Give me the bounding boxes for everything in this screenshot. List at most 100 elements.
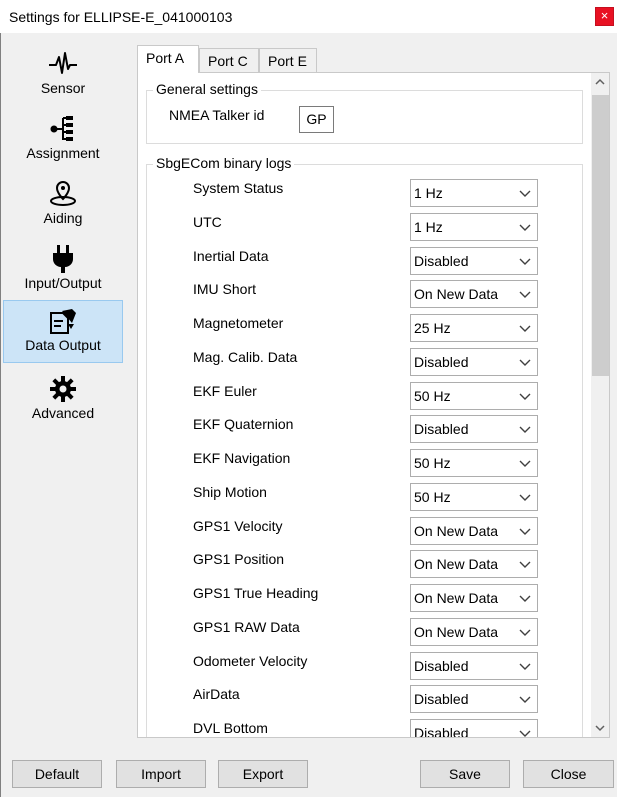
log-rate-value: On New Data: [414, 590, 499, 606]
sidebar-item-label: Assignment: [26, 145, 100, 161]
log-label: Odometer Velocity: [193, 653, 308, 669]
chevron-down-icon: [519, 561, 531, 568]
log-rate-select[interactable]: Disabled: [410, 719, 538, 738]
waveform-icon: [48, 47, 78, 80]
chevron-down-icon: [519, 190, 531, 197]
log-label: UTC: [193, 214, 222, 230]
log-rate-value: On New Data: [414, 556, 499, 572]
log-label: IMU Short: [193, 281, 257, 297]
scroll-up-icon[interactable]: [591, 73, 609, 90]
log-rate-select[interactable]: On New Data: [410, 550, 538, 578]
log-label: GPS1 Velocity: [193, 518, 283, 534]
chevron-down-icon: [519, 730, 531, 737]
chevron-down-icon: [519, 663, 531, 670]
log-rate-select[interactable]: Disabled: [410, 652, 538, 680]
sidebar-item-input-output[interactable]: Input/Output: [3, 239, 123, 302]
export-button[interactable]: Export: [218, 760, 308, 788]
log-label: EKF Euler: [193, 383, 257, 399]
close-window-button[interactable]: ×: [595, 7, 614, 26]
nmea-talker-input[interactable]: GP: [299, 106, 334, 133]
general-settings-title: General settings: [153, 81, 261, 97]
log-rate-value: Disabled: [414, 421, 469, 437]
chevron-down-icon: [519, 528, 531, 535]
sidebar-item-label: Data Output: [25, 337, 101, 353]
log-rate-select[interactable]: 1 Hz: [410, 179, 538, 207]
sidebar-item-sensor[interactable]: Sensor: [3, 44, 123, 107]
chevron-down-icon: [519, 325, 531, 332]
chevron-down-icon: [519, 393, 531, 400]
sidebar-item-data-output[interactable]: Data Output: [3, 300, 123, 363]
chevron-down-icon: [519, 291, 531, 298]
nmea-talker-label: NMEA Talker id: [169, 107, 265, 123]
chevron-down-icon: [519, 359, 531, 366]
log-rate-value: On New Data: [414, 624, 499, 640]
chevron-down-icon: [519, 629, 531, 636]
vertical-scrollbar[interactable]: [591, 73, 609, 737]
save-button[interactable]: Save: [420, 760, 510, 788]
chevron-down-icon: [519, 224, 531, 231]
tab-port-a[interactable]: Port A: [137, 45, 199, 73]
log-rate-select[interactable]: On New Data: [410, 584, 538, 612]
log-rate-select[interactable]: 50 Hz: [410, 449, 538, 477]
log-rate-value: 25 Hz: [414, 320, 451, 336]
tab-port-e[interactable]: Port E: [259, 48, 317, 73]
scrollbar-thumb[interactable]: [592, 95, 609, 376]
default-button[interactable]: Default: [12, 760, 102, 788]
import-button[interactable]: Import: [116, 760, 206, 788]
log-rate-value: On New Data: [414, 286, 499, 302]
log-label: Inertial Data: [193, 248, 269, 264]
log-rate-value: Disabled: [414, 658, 469, 674]
log-label: Magnetometer: [193, 315, 284, 331]
log-label: System Status: [193, 180, 284, 196]
log-rate-select[interactable]: Disabled: [410, 685, 538, 713]
log-rate-value: Disabled: [414, 354, 469, 370]
log-rate-value: Disabled: [414, 725, 469, 738]
log-rate-select[interactable]: On New Data: [410, 517, 538, 545]
chevron-down-icon: [519, 258, 531, 265]
chevron-down-icon: [519, 696, 531, 703]
log-rate-value: 50 Hz: [414, 455, 451, 471]
log-rate-select[interactable]: On New Data: [410, 618, 538, 646]
gear-icon: [49, 372, 77, 405]
window-left-edge: [0, 33, 1, 797]
satellite-icon: [49, 177, 77, 210]
chevron-down-icon: [519, 595, 531, 602]
sidebar-item-label: Advanced: [31, 405, 95, 421]
sidebar-item-label: Aiding: [43, 210, 83, 226]
binary-logs-title: SbgECom binary logs: [153, 155, 295, 171]
log-rate-select[interactable]: Disabled: [410, 415, 538, 443]
log-rate-value: On New Data: [414, 523, 499, 539]
log-label: Ship Motion: [193, 484, 267, 500]
log-rate-value: Disabled: [414, 691, 469, 707]
log-rate-select[interactable]: Disabled: [410, 247, 538, 275]
sidebar-item-advanced[interactable]: Advanced: [3, 369, 123, 432]
scroll-down-icon[interactable]: [591, 720, 609, 737]
log-label: AirData: [193, 686, 240, 702]
log-rate-value: 1 Hz: [414, 185, 443, 201]
chevron-down-icon: [519, 426, 531, 433]
log-label: EKF Navigation: [193, 450, 291, 466]
log-rate-select[interactable]: 50 Hz: [410, 483, 538, 511]
log-label: DVL Bottom: [193, 720, 268, 736]
tab-port-c[interactable]: Port C: [199, 48, 259, 73]
log-rate-select[interactable]: Disabled: [410, 348, 538, 376]
sidebar-item-assignment[interactable]: Assignment: [3, 109, 123, 172]
log-label: EKF Quaternion: [193, 416, 294, 432]
log-rate-value: 50 Hz: [414, 489, 451, 505]
window-title: Settings for ELLIPSE-E_041000103: [9, 8, 233, 25]
sidebar-item-aiding[interactable]: Aiding: [3, 174, 123, 237]
log-rate-select[interactable]: 1 Hz: [410, 213, 538, 241]
log-rate-select[interactable]: On New Data: [410, 280, 538, 308]
log-label: GPS1 RAW Data: [193, 619, 300, 635]
close-button[interactable]: Close: [523, 760, 614, 788]
sidebar-item-label: Sensor: [40, 80, 86, 96]
plug-icon: [51, 242, 75, 275]
data-output-icon: [48, 304, 78, 337]
log-label: GPS1 True Heading: [193, 585, 319, 601]
sidebar-item-label: Input/Output: [24, 275, 102, 291]
log-rate-select[interactable]: 50 Hz: [410, 382, 538, 410]
log-label: GPS1 Position: [193, 551, 285, 567]
log-rate-select[interactable]: 25 Hz: [410, 314, 538, 342]
general-settings-group: General settings NMEA Talker id GP: [146, 81, 583, 144]
chevron-down-icon: [519, 494, 531, 501]
